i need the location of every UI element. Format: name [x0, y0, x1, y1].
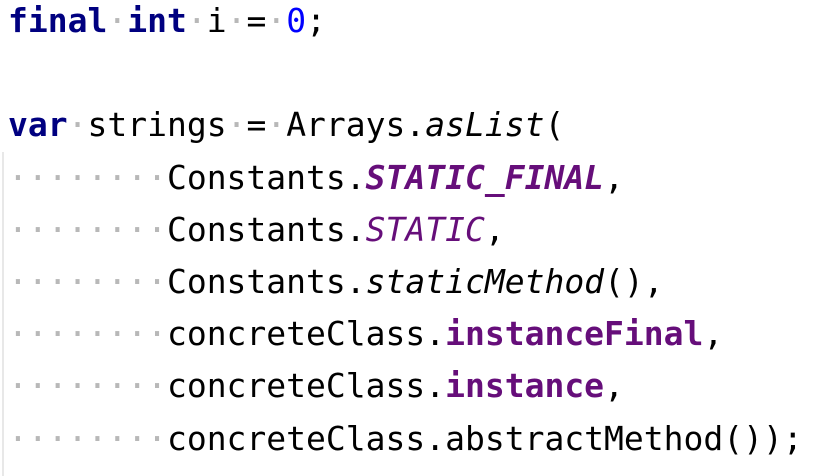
- code-line[interactable]: [8, 47, 803, 99]
- whitespace-marker: ········: [8, 366, 167, 406]
- code-editor[interactable]: final·int·i·=·0; var·strings·=·Arrays.asL…: [8, 0, 803, 465]
- code-line[interactable]: ········concreteClass.instanceFinal,: [8, 308, 803, 360]
- code-token: ,: [484, 209, 505, 249]
- code-token: concreteClass.: [166, 366, 446, 406]
- code-token: var: [8, 105, 68, 145]
- code-line[interactable]: ········concreteClass.abstractMethod());: [8, 413, 803, 465]
- code-line[interactable]: ········Constants.STATIC_FINAL,: [8, 152, 803, 204]
- whitespace-marker: ·: [266, 1, 287, 40]
- code-token: strings: [87, 105, 227, 145]
- whitespace-marker: ········: [8, 261, 167, 301]
- code-token: 0: [286, 1, 307, 40]
- code-token: concreteClass.abstractMethod());: [166, 418, 803, 458]
- code-token: ,: [604, 366, 624, 406]
- code-token: STATIC: [365, 209, 485, 249]
- whitespace-marker: ·: [107, 1, 128, 40]
- code-token: Constants.: [166, 209, 366, 249]
- whitespace-marker: ·: [67, 105, 88, 145]
- code-token: int: [127, 1, 187, 40]
- code-token: instance: [445, 366, 605, 406]
- whitespace-marker: ········: [8, 209, 167, 249]
- code-line[interactable]: ········Constants.staticMethod(),: [8, 256, 803, 308]
- code-token: Constants.: [166, 157, 366, 197]
- code-line[interactable]: ········Constants.STATIC,: [8, 204, 803, 256]
- code-token: asList: [425, 105, 545, 145]
- code-token: ;: [306, 1, 326, 40]
- code-token: ,: [703, 314, 724, 354]
- code-line[interactable]: ········concreteClass.instance,: [8, 360, 803, 412]
- whitespace-marker: ·: [266, 105, 287, 145]
- code-token: concreteClass.: [166, 314, 446, 354]
- whitespace-marker: ·: [226, 105, 247, 145]
- whitespace-marker: ········: [8, 157, 167, 197]
- code-token: Arrays.: [286, 105, 426, 145]
- whitespace-marker: ·: [226, 1, 247, 40]
- code-line[interactable]: final·int·i·=·0;: [8, 0, 803, 47]
- code-token: ,: [604, 157, 624, 197]
- code-token: staticMethod: [365, 261, 605, 301]
- indent-guide: [2, 152, 4, 476]
- whitespace-marker: ········: [8, 418, 167, 458]
- code-token: final: [8, 1, 108, 40]
- code-token: STATIC_FINAL: [365, 157, 605, 197]
- code-token: Constants.: [166, 261, 366, 301]
- code-token: =: [246, 105, 267, 145]
- whitespace-marker: ·: [186, 1, 207, 40]
- whitespace-marker: ········: [8, 314, 167, 354]
- code-token: i: [206, 1, 227, 40]
- code-token: =: [246, 1, 267, 40]
- code-token: (: [544, 105, 565, 145]
- code-token: instanceFinal: [445, 314, 704, 354]
- code-token: (),: [604, 261, 664, 301]
- code-line[interactable]: var·strings·=·Arrays.asList(: [8, 99, 803, 151]
